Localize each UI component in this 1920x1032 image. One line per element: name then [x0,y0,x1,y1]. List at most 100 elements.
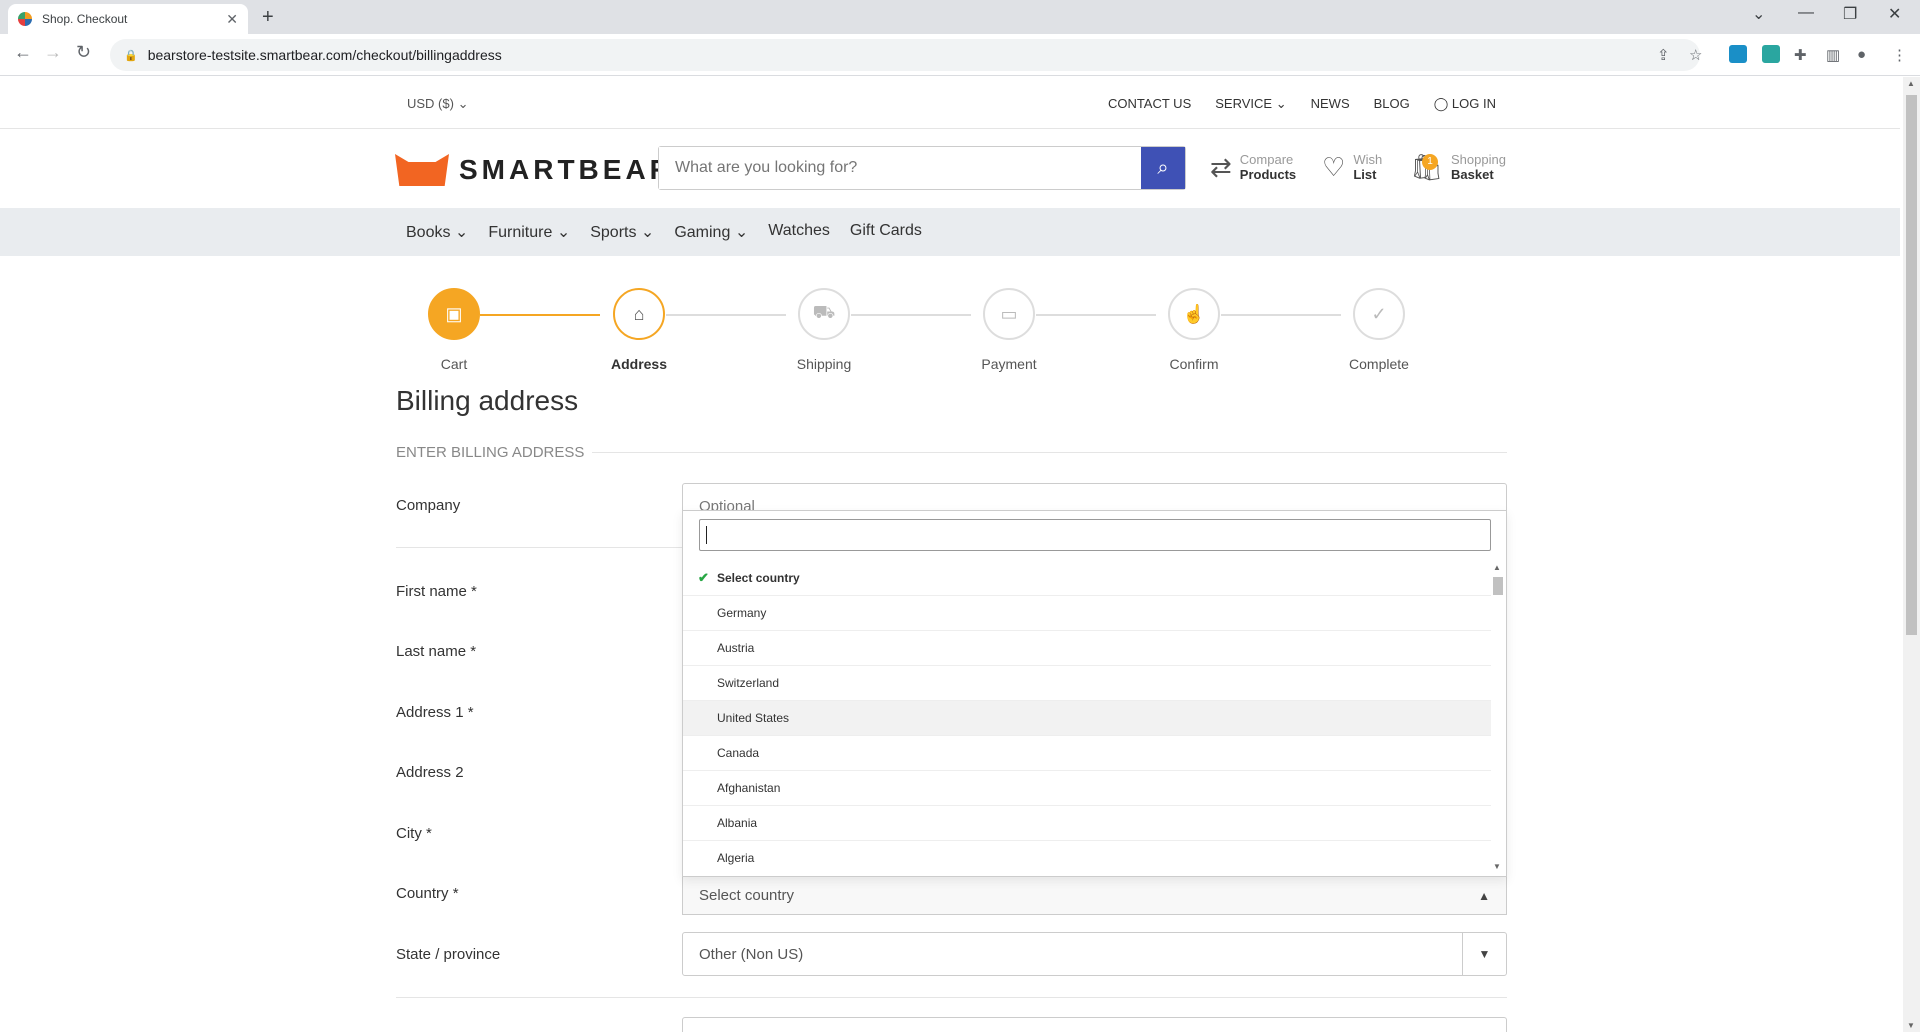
credit-card-icon: ▭ [983,288,1035,340]
address1-label: Address 1 * [396,704,474,721]
scroll-up-icon[interactable]: ▲ [1907,79,1915,88]
page-scrollbar[interactable]: ▲ ▼ [1903,77,1920,1032]
address-bar[interactable]: 🔒 bearstore-testsite.smartbear.com/check… [110,39,1700,71]
nav-gaming-label: Gaming [674,224,731,241]
shopping-basket-link[interactable]: 🛍1 ShoppingBasket [1410,152,1506,182]
dropdown-scrollbar[interactable]: ▲ ▼ [1492,563,1504,871]
news-link[interactable]: NEWS [1311,96,1350,112]
compare-products-link[interactable]: ⇄ Compare Products [1210,152,1296,182]
country-option[interactable]: United States [683,701,1491,736]
checkmark-icon: ✓ [1353,288,1405,340]
step-address[interactable]: ⌂ Address [599,288,679,372]
service-menu[interactable]: SERVICE ⌄ [1215,96,1286,112]
bookmark-star-icon[interactable]: ☆ [1689,46,1702,64]
wish-big-label: List [1353,167,1377,182]
country-option[interactable]: Austria [683,631,1491,666]
scrollbar-thumb[interactable] [1493,577,1503,595]
user-icon: ◯ [1433,96,1449,111]
bear-logo-icon [395,154,449,186]
window-close-icon[interactable]: ✕ [1888,4,1901,24]
side-panel-icon[interactable]: ▥ [1826,46,1840,64]
field-divider [396,997,1507,998]
nav-gift-cards[interactable]: Gift Cards [850,222,922,242]
contact-us-link[interactable]: CONTACT US [1108,96,1191,112]
nav-books[interactable]: Books ⌄ [406,222,468,242]
chevron-down-icon: ⌄ [640,224,655,241]
wish-list-link[interactable]: ♡ Wish List [1322,152,1382,182]
state-select[interactable]: Other (Non US) ▼ [682,932,1507,976]
country-option[interactable]: Albania [683,806,1491,841]
minimize-icon[interactable]: — [1798,4,1814,22]
company-input[interactable]: Optional [682,483,1507,515]
login-link[interactable]: ◯ LOG IN [1434,96,1496,112]
extensions-puzzle-icon[interactable]: ✚ [1794,46,1807,64]
browser-tab[interactable]: Shop. Checkout ✕ [8,4,248,34]
blog-link[interactable]: BLOG [1374,96,1410,112]
text-cursor [706,526,707,544]
close-tab-icon[interactable]: ✕ [226,11,238,28]
basket-count-badge: 1 [1422,153,1438,170]
url-text: bearstore-testsite.smartbear.com/checkou… [147,47,502,63]
share-icon[interactable]: ⇪ [1657,46,1670,64]
city-label: City * [396,825,432,842]
currency-selector[interactable]: USD ($) ⌄ [407,96,468,112]
nav-furniture-label: Furniture [488,224,553,241]
nav-furniture[interactable]: Furniture ⌄ [488,222,570,242]
section-title: ENTER BILLING ADDRESS [396,444,585,461]
restore-icon[interactable]: ❐ [1843,4,1857,24]
nav-sports[interactable]: Sports ⌄ [590,222,654,242]
tab-search-icon[interactable]: ⌄ [1752,4,1765,24]
country-search-input[interactable] [699,519,1491,551]
profile-avatar-icon[interactable]: ● [1857,46,1866,63]
site-top-bar: USD ($) ⌄ CONTACT US SERVICE ⌄ NEWS BLOG… [0,77,1900,129]
clipboard-icon: ▣ [428,288,480,340]
browser-menu-icon[interactable]: ⋮ [1892,46,1907,64]
country-option[interactable]: ✔ Select country [683,561,1491,596]
country-select-value: Select country [699,887,795,904]
service-label: SERVICE [1215,96,1273,111]
site-header: SMARTBEAR ⌕ ⇄ CompareProducts ♡ WishList… [0,130,1900,208]
scrollbar-thumb[interactable] [1906,95,1917,635]
next-field-input[interactable] [682,1017,1507,1032]
truck-icon: ⛟ [798,288,850,340]
search-button[interactable]: ⌕ [1141,147,1185,189]
step-payment-label: Payment [981,356,1037,372]
country-select[interactable]: Select country ▲ [682,877,1507,915]
scroll-up-icon[interactable]: ▲ [1493,563,1501,572]
nav-watches[interactable]: Watches [768,222,830,242]
forward-icon[interactable]: → [44,42,62,63]
country-option-label: Select country [717,571,800,585]
step-cart[interactable]: ▣ Cart [414,288,494,372]
scroll-down-icon[interactable]: ▼ [1493,862,1501,871]
last-name-label: Last name * [396,643,477,660]
reload-icon[interactable]: ↻ [76,42,91,63]
country-option[interactable]: Switzerland [683,666,1491,701]
extension-1-icon[interactable] [1729,45,1747,63]
step-connector [1036,314,1156,316]
new-tab-icon[interactable]: + [262,6,274,29]
country-option[interactable]: Algeria [683,841,1491,873]
search-input[interactable] [659,147,1141,189]
nav-gaming[interactable]: Gaming ⌄ [674,222,748,242]
browser-toolbar: ← → ↻ 🔒 bearstore-testsite.smartbear.com… [0,34,1920,76]
state-select-value: Other (Non US) [699,945,804,963]
step-connector [851,314,971,316]
step-shipping-label: Shipping [796,356,852,372]
country-options-list: ✔ Select country Germany Austria Switzerl… [683,561,1491,873]
company-label: Company [396,497,461,514]
country-option[interactable]: Afghanistan [683,771,1491,806]
step-confirm-label: Confirm [1169,356,1219,372]
currency-label: USD ($) [407,96,454,111]
check-icon: ✔ [698,570,709,585]
first-name-label: First name * [396,583,477,600]
back-icon[interactable]: ← [14,42,32,63]
country-option[interactable]: Canada [683,736,1491,771]
home-icon: ⌂ [613,288,665,340]
country-option[interactable]: Germany [683,596,1491,631]
browser-tab-bar: Shop. Checkout ✕ + ⌄ — ❐ ✕ [0,0,1920,34]
state-label: State / province [396,946,501,963]
extension-2-icon[interactable] [1762,45,1780,63]
caret-down-icon[interactable]: ▼ [1462,933,1506,975]
smartbear-logo[interactable]: SMARTBEAR [395,154,674,186]
scroll-down-icon[interactable]: ▼ [1907,1021,1915,1030]
